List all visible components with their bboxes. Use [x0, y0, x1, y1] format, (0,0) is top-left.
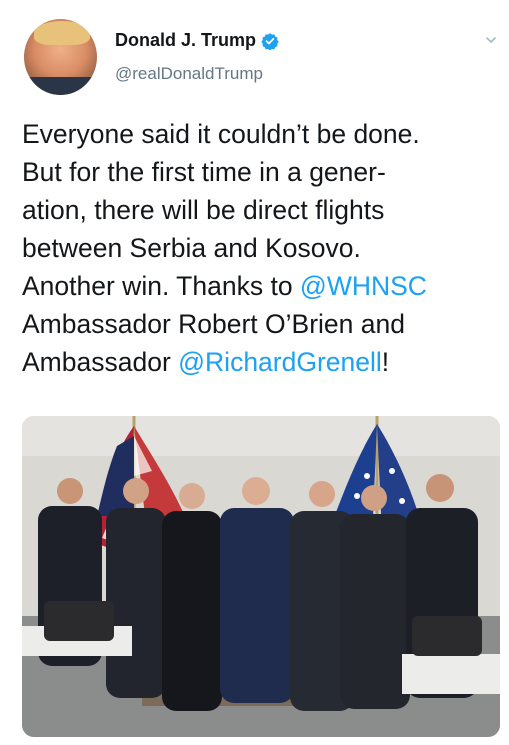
author-name-row: Donald J. Trump [115, 30, 279, 51]
chevron-down-icon[interactable] [485, 34, 497, 46]
tweet-line: ation, there will be direct flights [22, 195, 385, 225]
tweet-line: Everyone said it couldn’t be done. [22, 119, 420, 149]
tweet-line: But for the first time in a gener- [22, 157, 386, 187]
verified-badge-icon [261, 32, 279, 50]
photo-illustration [22, 416, 500, 737]
mention-link-richardgrenell[interactable]: @RichardGrenell [178, 347, 382, 377]
mention-link-whnsc[interactable]: @WHNSC [300, 271, 427, 301]
tweet-line: Ambassador [22, 347, 179, 377]
tweet-line: Ambassador Robert O’Brien and [22, 309, 405, 339]
display-name[interactable]: Donald J. Trump [115, 30, 256, 51]
tweet-line: between Serbia and Kosovo. [22, 233, 361, 263]
user-handle[interactable]: @realDonaldTrump [115, 64, 263, 84]
tweet-card: Donald J. Trump @realDonaldTrump Everyon… [0, 0, 509, 745]
avatar-suit [24, 77, 97, 95]
avatar-hair [34, 21, 90, 45]
tweet-line: Another win. Thanks to [22, 271, 300, 301]
tweet-text: Everyone said it couldn’t be done. But f… [22, 115, 507, 381]
tweet-photo[interactable] [22, 416, 500, 737]
tweet-punctuation: ! [381, 347, 390, 377]
avatar[interactable] [24, 19, 97, 95]
